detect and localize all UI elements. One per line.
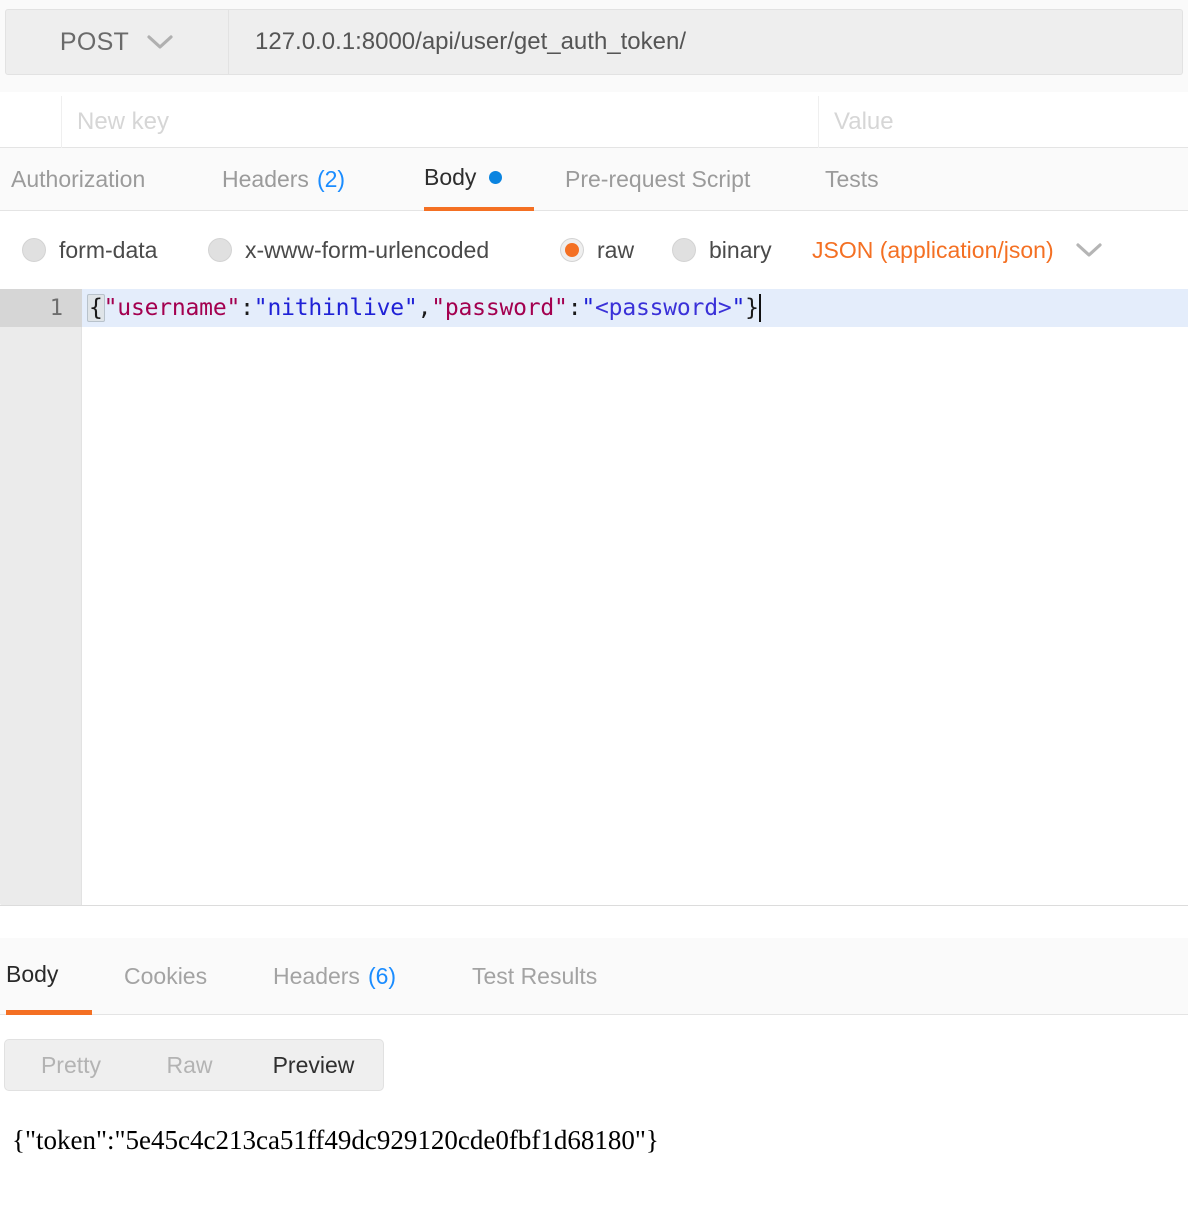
tab-label: Cookies [124,963,208,989]
code-token-punct: : [567,295,582,321]
new-key-input[interactable]: New key [62,96,819,148]
body-type-radio-x-www-form-urlencoded[interactable]: x-www-form-urlencoded [208,211,489,289]
url-input[interactable]: 127.0.0.1:8000/api/user/get_auth_token/ [229,9,1183,75]
tab-count-badge: (6) [367,963,397,989]
new-value-input[interactable]: Value [819,96,1188,148]
response-view-mode-group: Pretty Raw Preview [4,1039,384,1091]
tab-label: Pre-request Script [565,166,751,192]
tab-count-badge: (2) [316,166,346,192]
request-tab-authorization[interactable]: Authorization [11,148,173,211]
body-type-radio-binary[interactable]: binary [672,211,772,289]
tab-label: Body [424,164,477,190]
view-mode-pretty-button[interactable]: Pretty [5,1040,137,1090]
response-tab-body[interactable]: Body [6,938,92,1015]
code-token-punct: } [745,295,759,321]
response-body-panel: {"token":"5e45c4c213ca51ff49dc929120cde0… [0,1100,1188,1206]
new-value-placeholder: Value [834,108,894,135]
code-token-punct: : [240,295,254,321]
radio-label: binary [709,236,772,263]
method-label: POST [59,27,130,56]
request-tab-headers[interactable]: Headers (2) [222,148,360,211]
body-present-dot-icon [489,171,503,184]
method-selector[interactable]: POST [5,9,229,75]
body-type-radio-form-data[interactable]: form-data [22,211,157,289]
response-body-text: {"token":"5e45c4c213ca51ff49dc929120cde0… [12,1125,659,1155]
editor-code-line[interactable]: {"username": "nithinlive", "password": " <pa… [87,289,761,327]
text-caret [758,294,761,322]
tab-label: Headers [222,166,309,192]
tab-label: Headers [273,963,360,989]
code-token-key: "password" [431,295,568,321]
view-mode-preview-button[interactable]: Preview [242,1040,385,1090]
request-url-bar: POST 127.0.0.1:8000/api/user/get_auth_to… [0,0,1188,92]
code-token-string: "nithinlive" [253,295,418,321]
request-tab-bar: Authorization Headers (2) Body Pre-request S… [0,148,1188,211]
tab-label: Tests [825,166,879,192]
radio-label: form-data [59,236,158,263]
tab-label: Test Results [472,963,598,989]
response-tab-test-results[interactable]: Test Results [472,938,614,1015]
radio-button-icon[interactable] [560,238,584,262]
body-type-radio-raw[interactable]: raw [560,211,634,289]
tab-label: Authorization [11,166,146,192]
params-key-value-row: New key Value [0,96,1188,148]
chevron-down-icon [1074,240,1104,260]
code-token-key: "username" [103,295,241,321]
response-tab-bar: Body Cookies Headers (6) Test Results [0,938,1188,1015]
code-token-string: " [731,295,746,321]
line-number: 1 [49,295,63,321]
view-mode-raw-button[interactable]: Raw [137,1040,242,1090]
request-tab-body[interactable]: Body [424,148,534,211]
url-text: 127.0.0.1:8000/api/user/get_auth_token/ [255,28,687,55]
response-tab-cookies[interactable]: Cookies [124,938,244,1015]
code-token-brace: { [87,294,105,322]
chevron-down-icon [146,33,174,51]
new-key-placeholder: New key [77,108,170,135]
request-tab-tests[interactable]: Tests [825,148,887,211]
radio-label: raw [597,236,635,263]
code-token-string: " [581,295,596,321]
editor-gutter: 1 [0,289,82,905]
radio-label: x-www-form-urlencoded [245,236,490,263]
radio-button-icon[interactable] [208,238,232,262]
tab-label: Body [6,960,59,987]
request-tab-pre-request-script[interactable]: Pre-request Script [565,148,769,211]
radio-button-icon[interactable] [672,238,696,262]
request-body-editor[interactable]: 1 {"username": "nithinlive", "password": " <… [0,289,1188,906]
code-token-punct: , [417,295,432,321]
editor-gutter-active-line: 1 [0,289,82,327]
content-type-selector[interactable]: JSON (application/json) [812,211,1104,289]
body-type-options: JSON (application/json) form-data x-www-f… [0,211,1188,289]
response-tab-headers[interactable]: Headers (6) [273,938,413,1015]
row-checkbox-cell[interactable] [0,96,62,148]
content-type-label: JSON (application/json) [812,236,1054,263]
radio-button-icon[interactable] [22,238,46,262]
code-token-tag: <password> [595,295,732,321]
